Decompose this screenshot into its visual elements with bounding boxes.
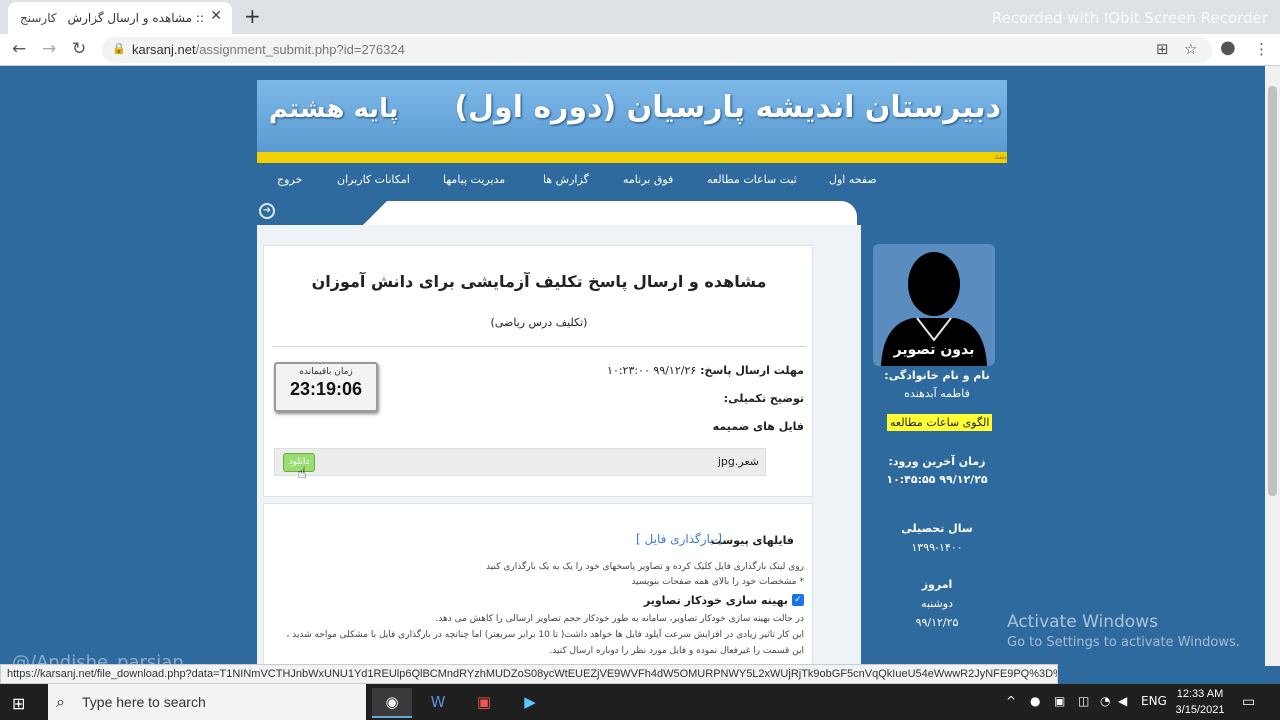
today-label: امروز — [921, 578, 953, 591]
taskbar-clock[interactable]: 12:33 AM 3/15/2021 — [1170, 686, 1230, 718]
optimize-checkbox[interactable]: ✓ — [792, 594, 804, 606]
url-text: karsanj.net/assignment_submit.php?id=276… — [132, 42, 405, 57]
description-label: توضیح تکمیلی: — [723, 392, 804, 405]
school-name: دبیرستان اندیشه پارسیان (دوره اول) — [454, 90, 1001, 125]
back-arrow-icon[interactable]: ← — [12, 39, 26, 59]
nav-study-hours[interactable]: ثبت ساعات مطالعه — [707, 173, 797, 186]
translate-icon[interactable]: ⊞ — [1156, 40, 1169, 58]
search-icon: ⌕ — [56, 692, 65, 711]
avatar: بدون تصویر — [873, 244, 995, 366]
clock-time: 12:33 AM — [1176, 688, 1224, 700]
browser-tab[interactable]: کارسنج :: مشاهده و ارسال گزارش :: ✕ — [8, 2, 232, 34]
nav-user-tools[interactable]: امکانات کاربران — [337, 173, 410, 186]
study-pattern-link[interactable]: الگوی ساعات مطالعه — [887, 414, 993, 431]
optimize-desc: این قسمت را غیرفعال نموده و فایل مورد نظ… — [549, 646, 804, 656]
nav-messages[interactable]: مدیریت پیامها — [443, 173, 505, 186]
arrow-right-circle-icon[interactable]: ➜ — [259, 203, 275, 219]
lock-icon: 🔒 — [112, 42, 126, 55]
optimize-desc: این کار تاثیر زیادی در افزایش سرعت آپلود… — [286, 630, 804, 640]
assignment-subtitle: (تکلیف درس ریاضی) — [490, 316, 588, 329]
recorder-watermark: Recorded with IObit Screen Recorder — [991, 9, 1268, 27]
site-container: دبیرستان اندیشه پارسیان (دوره اول) پایه … — [257, 80, 1007, 666]
network-icon[interactable]: ◫ — [1078, 694, 1089, 708]
countdown-timer: زمان باقیمانده 23:19:06 — [274, 362, 378, 412]
today-date: ۹۹/۱۲/۲۵ — [915, 616, 959, 629]
nav-logout[interactable]: خروج — [277, 173, 302, 186]
media-player-icon[interactable]: ▶ — [510, 688, 550, 718]
bookmark-star-icon[interactable]: ☆ — [1184, 40, 1197, 58]
microphone-icon[interactable]: ● — [1030, 694, 1040, 708]
attachment-file-row: شعر.jpg دانلود ☝ — [274, 448, 766, 482]
language-indicator[interactable]: ENG — [1141, 694, 1167, 708]
upload-panel: فایلهای پیوست [ بارگذاری فایل ] روی لینک… — [263, 503, 813, 666]
name-label: نام و نام خانوادگی: — [884, 369, 990, 382]
student-name: فاطمه آبدهنده — [904, 387, 970, 400]
chrome-icon[interactable]: ◉ — [372, 688, 412, 718]
tab-title: :: مشاهده و ارسال گزارش :: — [64, 11, 204, 25]
wifi-icon[interactable]: ◔ — [1100, 694, 1110, 708]
last-login-value: ۹۹/۱۲/۲۵ ۱۰:۴۵:۵۵ — [886, 473, 988, 486]
nav-extracurricular[interactable]: فوق برنامه — [623, 173, 673, 186]
assignment-title: مشاهده و ارسال پاسخ تکلیف آزمایشی برای د… — [311, 272, 767, 291]
site-banner: دبیرستان اندیشه پارسیان (دوره اول) پایه … — [257, 80, 1007, 152]
address-bar[interactable]: 🔒 karsanj.net/assignment_submit.php?id=2… — [102, 37, 1212, 63]
tray-app-icon[interactable]: ▣ — [1054, 694, 1065, 708]
volume-icon[interactable]: ◀ — [1118, 694, 1127, 708]
browser-toolbar: ← → ↻ 🔒 karsanj.net/assignment_submit.ph… — [0, 34, 1280, 66]
site-favicon-icon: کارسنج — [20, 11, 57, 25]
page-scrollbar[interactable] — [1265, 66, 1280, 666]
today-day: دوشنبه — [921, 597, 953, 610]
forward-arrow-icon[interactable]: → — [42, 39, 56, 59]
grade-title: پایه هشتم — [269, 94, 399, 124]
main-content: مشاهده و ارسال پاسخ تکلیف آزمایشی برای د… — [257, 225, 861, 666]
last-login-label: زمان آخرین ورود: — [888, 455, 986, 468]
menu-dots-icon[interactable]: ⋮ — [1254, 40, 1269, 58]
activate-windows-subtitle: Go to Settings to activate Windows. — [1007, 635, 1240, 650]
reload-icon[interactable]: ↻ — [72, 39, 86, 59]
upload-file-link[interactable]: [ بارگذاری فایل ] — [636, 532, 722, 546]
search-placeholder: Type here to search — [82, 694, 206, 710]
optimize-desc: در حالت بهینه سازی خودکار تصاویر، سامانه… — [435, 614, 804, 624]
upload-hint: روی لینک بارگذاری فایل کلیک کرده و تصاوی… — [486, 562, 804, 572]
upload-note: * مشخصات خود را بالای همه صفحات بنویسید — [631, 577, 804, 587]
main-nav: صفحه اول ثبت ساعات مطالعه فوق برنامه گزا… — [257, 163, 1007, 199]
new-tab-button[interactable]: + — [244, 4, 261, 28]
word-icon[interactable]: W — [418, 688, 458, 718]
profile-avatar-icon[interactable]: ● — [1220, 37, 1236, 58]
hand-cursor-icon: ☝ — [297, 463, 307, 482]
timer-label: زمان باقیمانده — [299, 367, 353, 377]
news-ticker — [257, 152, 1007, 163]
ticker-text: بنند — [994, 152, 1007, 162]
tray-chevron-icon[interactable]: ^ — [1006, 694, 1016, 708]
windows-taskbar: ⊞ ⌕ Type here to search ◉ W ▣ ▶ ^ ● ▣ ◫ … — [0, 684, 1280, 720]
nav-home[interactable]: صفحه اول — [829, 173, 877, 186]
timer-value: 23:19:06 — [289, 379, 363, 399]
no-photo-label: بدون تصویر — [893, 342, 975, 358]
content-tab-shape — [363, 201, 857, 225]
recorder-icon[interactable]: ▣ — [464, 688, 504, 718]
school-year-value: ۱۳۹۹-۱۴۰۰ — [911, 541, 963, 554]
optimize-label: بهینه سازی خودکار تصاویر — [643, 594, 788, 607]
nav-reports[interactable]: گزارش ها — [543, 173, 589, 186]
attachments-label: فایل های ضمیمه — [712, 420, 804, 433]
divider — [272, 346, 806, 347]
attachments-title: فایلهای پیوست — [710, 534, 794, 547]
school-year-label: سال تحصیلی — [901, 522, 973, 535]
browser-tab-strip: کارسنج :: مشاهده و ارسال گزارش :: ✕ + Re… — [0, 0, 1280, 34]
deadline-value: ۹۹/۱۲/۲۶ ۱۰:۲۳:۰۰ — [607, 364, 697, 377]
link-status-bar: https://karsanj.net/file_download.php?da… — [0, 664, 1058, 684]
assignment-panel: مشاهده و ارسال پاسخ تکلیف آزمایشی برای د… — [263, 245, 813, 497]
activate-windows-title: Activate Windows — [1007, 612, 1158, 632]
notification-icon[interactable]: ▭ — [1242, 694, 1255, 710]
deadline-row: مهلت ارسال پاسخ: ۹۹/۱۲/۲۶ ۱۰:۲۳:۰۰ — [607, 364, 804, 377]
web-page: دبیرستان اندیشه پارسیان (دوره اول) پایه … — [0, 66, 1265, 666]
tab-close-icon[interactable]: ✕ — [210, 8, 222, 24]
file-name: شعر.jpg — [717, 455, 759, 468]
clock-date: 3/15/2021 — [1175, 704, 1225, 716]
taskbar-search[interactable]: ⌕ Type here to search — [48, 684, 366, 720]
scrollbar-thumb[interactable] — [1268, 86, 1277, 496]
windows-start-icon[interactable]: ⊞ — [12, 694, 25, 713]
